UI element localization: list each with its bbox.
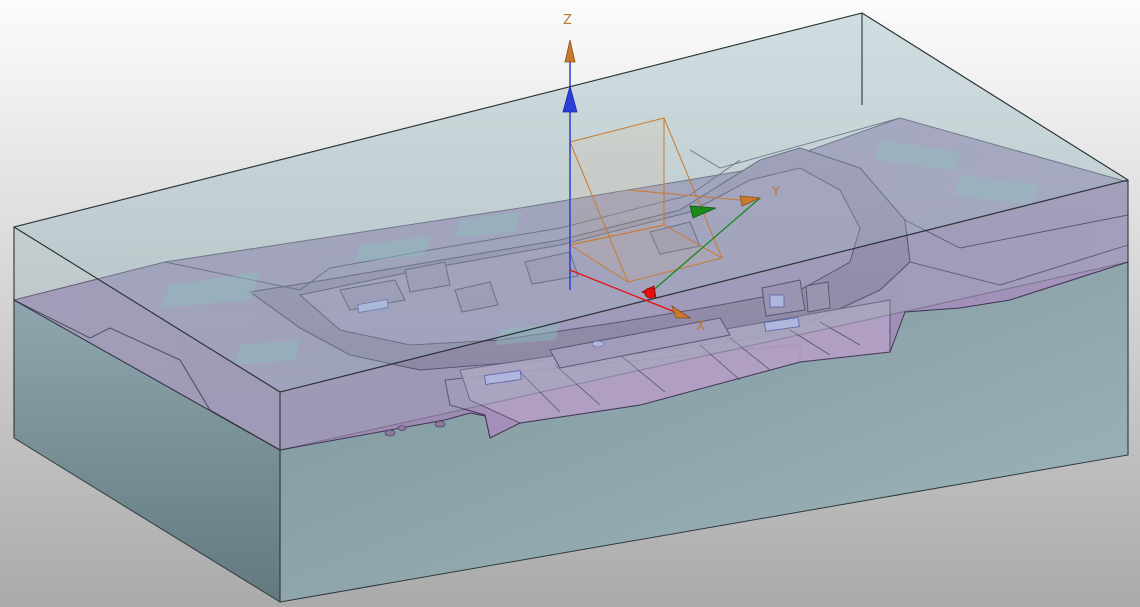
- mold-block-scene[interactable]: Z Y X: [0, 0, 1140, 607]
- cad-3d-viewport[interactable]: Z Y X: [0, 0, 1140, 607]
- y-axis-label: Y: [771, 185, 780, 200]
- z-axis-label: Z: [563, 13, 572, 28]
- triad-origin[interactable]: [644, 287, 656, 299]
- x-axis-label: X: [696, 319, 705, 334]
